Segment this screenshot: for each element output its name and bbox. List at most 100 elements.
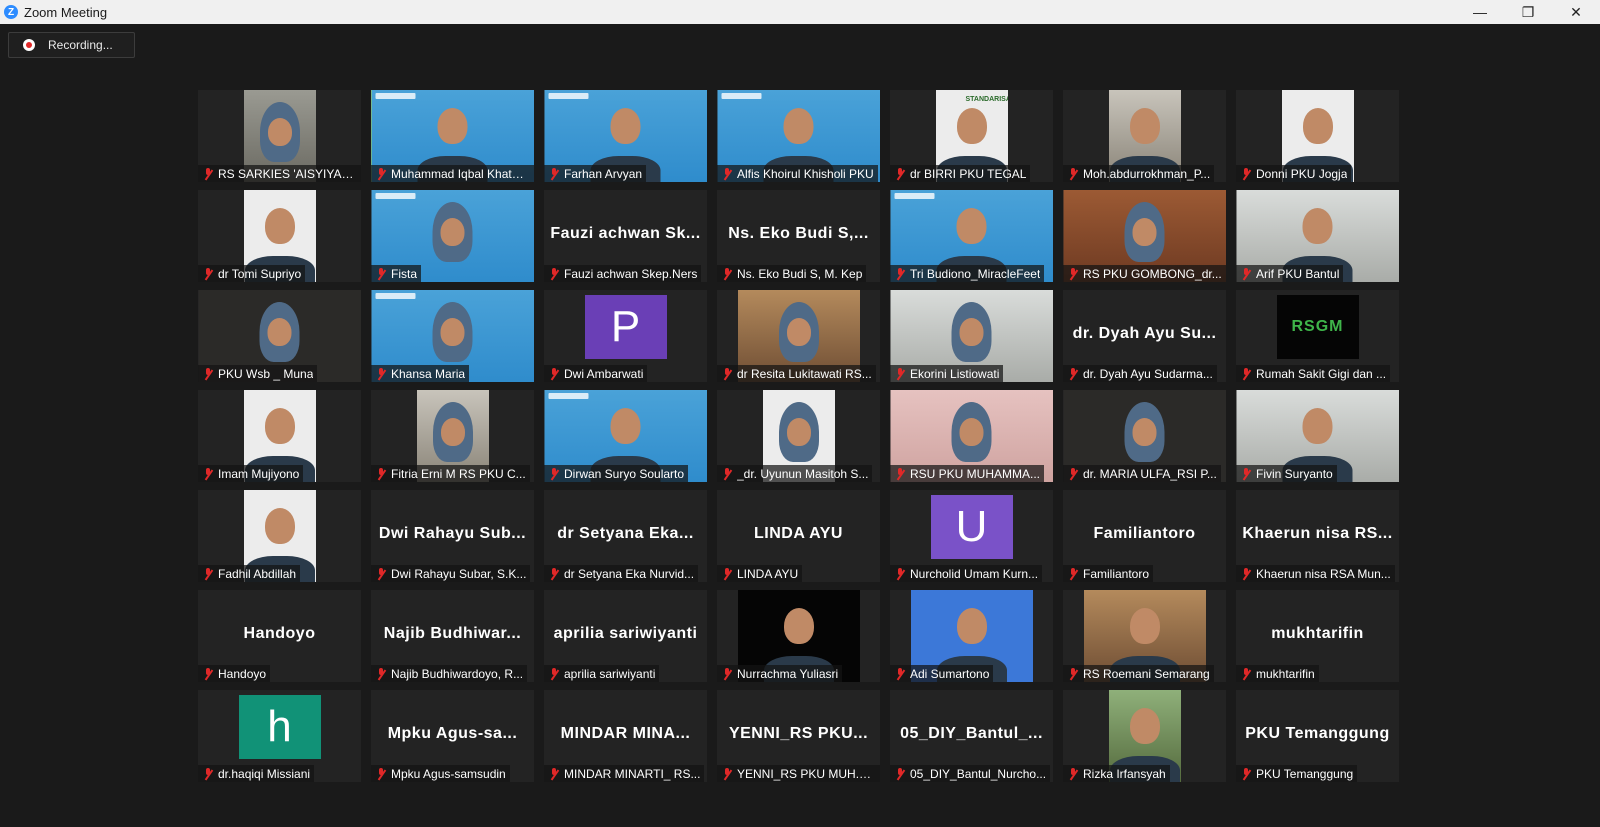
participant-tile[interactable]: dr. MARIA ULFA_RSI P... — [1063, 390, 1226, 482]
participant-tile[interactable]: Alfis Khoirul Khisholi PKU — [717, 90, 880, 182]
participant-tile[interactable]: Fauzi achwan Sk... Fauzi achwan Skep.Ners — [544, 190, 707, 282]
muted-mic-icon — [895, 467, 905, 480]
participant-tile[interactable]: Khaerun nisa RS... Khaerun nisa RSA Mun..… — [1236, 490, 1399, 582]
recording-indicator[interactable]: Recording... — [8, 32, 135, 58]
participant-tile[interactable]: U Nurcholid Umam Kurn... — [890, 490, 1053, 582]
participant-name: dr Tomi Supriyo — [218, 266, 302, 281]
participant-name: Farhan Arvyan — [564, 166, 643, 181]
participant-tile[interactable]: Moh.abdurrokhman_P... — [1063, 90, 1226, 182]
participant-tile[interactable]: RS Roemani Semarang — [1063, 590, 1226, 682]
muted-mic-icon — [376, 267, 386, 280]
participant-tile[interactable]: Khansa Maria — [371, 290, 534, 382]
participant-name: YENNI_RS PKU MUH.S... — [737, 766, 876, 781]
participant-tile[interactable]: YENNI_RS PKU... YENNI_RS PKU MUH.S... — [717, 690, 880, 782]
avatar: U — [930, 495, 1013, 559]
participant-tile[interactable]: Fista — [371, 190, 534, 282]
participant-tile[interactable]: Rizka Irfansyah — [1063, 690, 1226, 782]
participant-tile[interactable]: RS SARKIES 'AISYIYAH ... — [198, 90, 361, 182]
participant-tile[interactable]: dr Resita Lukitawati RS... — [717, 290, 880, 382]
participant-tile[interactable]: h dr.haqiqi Missiani — [198, 690, 361, 782]
participant-tile[interactable]: Tri Budiono_MiracleFeet — [890, 190, 1053, 282]
person-face — [264, 408, 295, 444]
participant-name-bar: Najib Budhiwardoyo, R... — [371, 665, 528, 682]
participant-tile[interactable]: Mpku Agus-sa... Mpku Agus-samsudin — [371, 690, 534, 782]
participant-tile[interactable]: Fadhil Abdillah — [198, 490, 361, 582]
muted-mic-icon — [203, 167, 213, 180]
person-face — [956, 608, 987, 644]
muted-mic-icon — [549, 567, 559, 580]
participant-tile[interactable]: dr. Dyah Ayu Su... dr. Dyah Ayu Sudarma..… — [1063, 290, 1226, 382]
participant-tile[interactable]: 05_DIY_Bantul_... 05_DIY_Bantul_Nurcho... — [890, 690, 1053, 782]
participant-tile[interactable]: RSGM Rumah Sakit Gigi dan ... — [1236, 290, 1399, 382]
participant-tile[interactable]: aprilia sariwiyanti aprilia sariwiyanti — [544, 590, 707, 682]
person-face — [610, 108, 641, 144]
participant-tile[interactable]: Fivin Suryanto — [1236, 390, 1399, 482]
participant-tile[interactable]: PKU Temanggung PKU Temanggung — [1236, 690, 1399, 782]
participant-tile[interactable]: Najib Budhiwar... Najib Budhiwardoyo, R..… — [371, 590, 534, 682]
participant-name-bar: Rizka Irfansyah — [1063, 765, 1170, 782]
muted-mic-icon — [203, 267, 213, 280]
participant-name: aprilia sariwiyanti — [564, 666, 656, 681]
muted-mic-icon — [1241, 167, 1251, 180]
muted-mic-icon — [376, 567, 386, 580]
participant-tile[interactable]: _dr. Uyunun Masitoh S... — [717, 390, 880, 482]
participant-name: Dirwan Suryo Soularto — [564, 466, 685, 481]
participant-tile[interactable]: dr Tomi Supriyo — [198, 190, 361, 282]
participant-name: MINDAR MINARTI_ RS... — [564, 766, 701, 781]
participant-tile[interactable]: Ns. Eko Budi S,... Ns. Eko Budi S, M. Kep — [717, 190, 880, 282]
participant-tile[interactable]: MINDAR MINA... MINDAR MINARTI_ RS... — [544, 690, 707, 782]
person-face — [440, 218, 465, 246]
participant-name-bar: Adi Sumartono — [890, 665, 994, 682]
person-face — [1132, 218, 1157, 246]
zoom-logo-icon: Z — [4, 5, 18, 19]
participant-tile[interactable]: Arif PKU Bantul — [1236, 190, 1399, 282]
participant-tile[interactable]: STANDARISASI DAN NEGOSIASI dr BIRRI PKU T… — [890, 90, 1053, 182]
participant-tile[interactable]: Farhan Arvyan — [544, 90, 707, 182]
participant-tile[interactable]: mukhtarifin mukhtarifin — [1236, 590, 1399, 682]
participant-tile[interactable]: Handoyo Handoyo — [198, 590, 361, 682]
close-button[interactable]: ✕ — [1552, 0, 1600, 24]
banner-title: STANDARISASI DAN NEGOSIASI — [965, 96, 1008, 103]
participant-name-bar: Ns. Eko Budi S, M. Kep — [717, 265, 867, 282]
participant-tile[interactable]: Donni PKU Jogja — [1236, 90, 1399, 182]
muted-mic-icon — [549, 367, 559, 380]
participant-tile[interactable]: LINDA AYU LINDA AYU — [717, 490, 880, 582]
participant-tile[interactable]: Dwi Rahayu Sub... Dwi Rahayu Subar, S.K..… — [371, 490, 534, 582]
participant-name-bar: dr Resita Lukitawati RS... — [717, 365, 876, 382]
participant-tile[interactable]: Dirwan Suryo Soularto — [544, 390, 707, 482]
participant-name-bar: YENNI_RS PKU MUH.S... — [717, 765, 880, 782]
participant-name: 05_DIY_Bantul_Nurcho... — [910, 766, 1047, 781]
participant-name-bar: Alfis Khoirul Khisholi PKU — [717, 165, 878, 182]
participant-tile[interactable]: Nurrachma Yuliasri — [717, 590, 880, 682]
participant-tile[interactable]: Ekorini Listiowati — [890, 290, 1053, 382]
muted-mic-icon — [203, 667, 213, 680]
participant-name-bar: dr Setyana Eka Nurvid... — [544, 565, 699, 582]
maximize-button[interactable]: ❐ — [1504, 0, 1552, 24]
participant-display-name: Familiantoro — [1093, 525, 1196, 542]
participant-tile[interactable]: PKU Wsb _ Muna — [198, 290, 361, 382]
participant-name-bar: Dirwan Suryo Soularto — [544, 465, 689, 482]
participant-name-bar: Khaerun nisa RSA Mun... — [1236, 565, 1395, 582]
participant-tile[interactable]: RSU PKU MUHAMMA... — [890, 390, 1053, 482]
participant-name: Ekorini Listiowati — [910, 366, 1000, 381]
muted-mic-icon — [376, 467, 386, 480]
participant-tile[interactable]: Fitria Erni M RS PKU C... — [371, 390, 534, 482]
participant-name-bar: Fista — [371, 265, 422, 282]
participant-tile[interactable]: Familiantoro Familiantoro — [1063, 490, 1226, 582]
participant-tile[interactable]: Muhammad Iqbal Khatami — [371, 90, 534, 182]
muted-mic-icon — [1241, 367, 1251, 380]
participant-name-bar: 05_DIY_Bantul_Nurcho... — [890, 765, 1051, 782]
banner-logos — [894, 193, 934, 199]
muted-mic-icon — [722, 167, 732, 180]
participant-tile[interactable]: P Dwi Ambarwati — [544, 290, 707, 382]
participant-tile[interactable]: Adi Sumartono — [890, 590, 1053, 682]
muted-mic-icon — [895, 367, 905, 380]
participant-display-name: 05_DIY_Bantul_... — [900, 725, 1043, 742]
participant-name-bar: dr. Dyah Ayu Sudarma... — [1063, 365, 1217, 382]
participant-name-bar: Dwi Rahayu Subar, S.K... — [371, 565, 531, 582]
participant-tile[interactable]: dr Setyana Eka... dr Setyana Eka Nurvid..… — [544, 490, 707, 582]
participant-tile[interactable]: RS PKU GOMBONG_dr... — [1063, 190, 1226, 282]
minimize-button[interactable]: — — [1456, 0, 1504, 24]
participant-tile[interactable]: Imam Mujiyono — [198, 390, 361, 482]
participant-name: dr Resita Lukitawati RS... — [737, 366, 872, 381]
